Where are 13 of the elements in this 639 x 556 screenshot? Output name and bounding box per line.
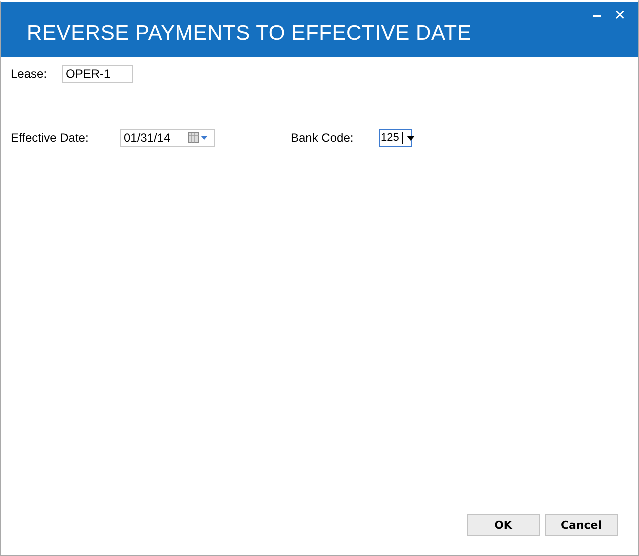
close-button[interactable]: ✕ bbox=[612, 8, 628, 24]
effective-date-field[interactable]: 01/31/14 bbox=[120, 129, 215, 147]
window-title: REVERSE PAYMENTS TO EFFECTIVE DATE bbox=[27, 22, 472, 46]
ok-button[interactable]: OK bbox=[467, 514, 540, 536]
cancel-button[interactable]: Cancel bbox=[545, 514, 618, 536]
lease-field[interactable]: OPER-1 bbox=[62, 65, 134, 83]
lease-label: Lease: bbox=[11, 67, 48, 81]
effective-date-label: Effective Date: bbox=[11, 131, 90, 145]
calendar-icon[interactable] bbox=[188, 132, 210, 144]
bank-code-label: Bank Code: bbox=[291, 131, 355, 145]
bank-code-dropdown[interactable]: 125 bbox=[379, 129, 412, 147]
caret-icon bbox=[407, 136, 415, 140]
minimize-button[interactable]: ‒ bbox=[590, 8, 604, 24]
